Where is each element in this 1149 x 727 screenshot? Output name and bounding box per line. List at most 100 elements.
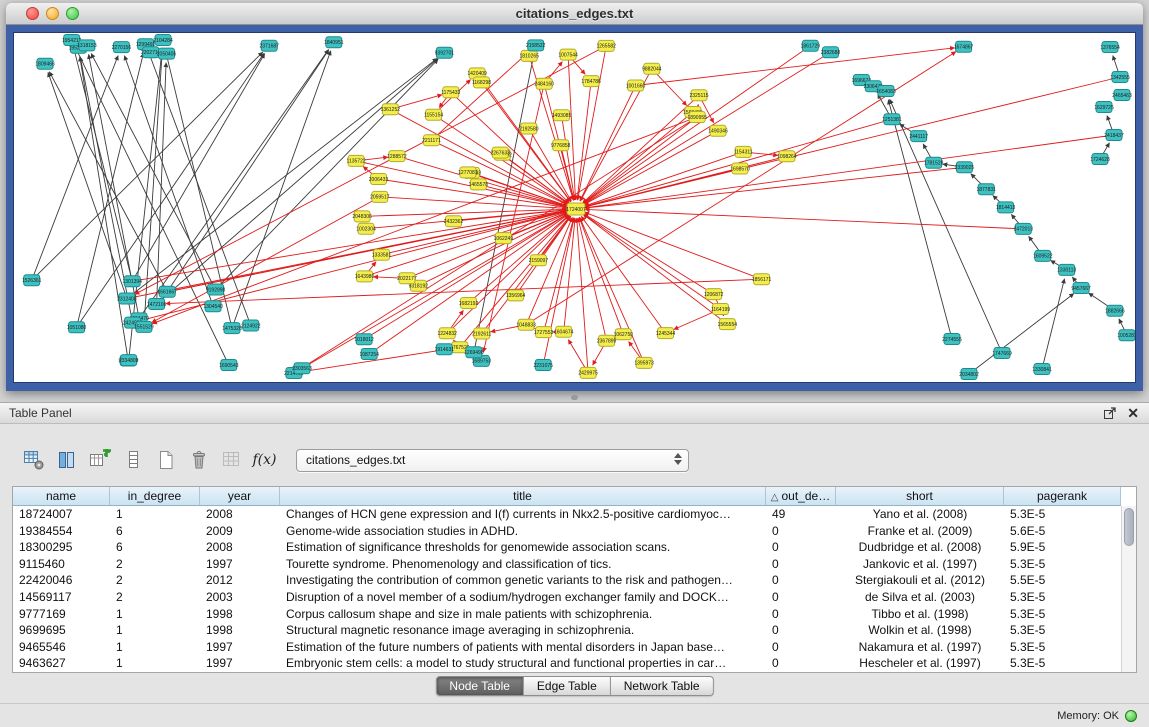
graph-node[interactable]: 1175433: [441, 87, 460, 98]
tab-edge-table[interactable]: Edge Table: [524, 676, 611, 696]
graph-node[interactable]: 2231075: [533, 360, 553, 371]
graph-node[interactable]: 2429975: [578, 367, 598, 378]
graph-node[interactable]: 1784786: [581, 76, 601, 87]
graph-node[interactable]: 2312408: [117, 293, 137, 304]
graph-node[interactable]: 1361252: [381, 104, 401, 115]
graph-node[interactable]: 2048306: [352, 211, 372, 222]
graph-node[interactable]: 1493085: [552, 110, 572, 121]
graph-node[interactable]: 2270156: [112, 42, 132, 53]
table-row[interactable]: 969969511998Structural magnetic resonanc…: [13, 622, 1121, 639]
graph-node[interactable]: 1007544: [558, 49, 578, 60]
graph-node[interactable]: 1018012: [354, 334, 374, 345]
graph-node[interactable]: 2472013: [1014, 223, 1034, 234]
show-columns-button[interactable]: [53, 447, 80, 474]
import-table-button[interactable]: [86, 447, 113, 474]
graph-node[interactable]: 1565554: [718, 319, 738, 330]
graph-node[interactable]: 1269498: [464, 347, 484, 358]
graph-node[interactable]: 2465463: [1112, 90, 1132, 101]
graph-node[interactable]: 2325115: [689, 90, 708, 101]
table-row[interactable]: 977716911998Corpus callosum shape and si…: [13, 606, 1121, 623]
graph-node[interactable]: 1277081: [458, 167, 478, 178]
column-header-pagerank[interactable]: pagerank: [1004, 487, 1121, 506]
graph-node[interactable]: 1604674: [554, 326, 574, 337]
graph-node[interactable]: 1809466: [35, 58, 55, 69]
column-header-in-degree[interactable]: in_degree: [110, 487, 200, 506]
graph-node[interactable]: 2382688: [821, 47, 841, 58]
table-settings-button[interactable]: [20, 447, 47, 474]
close-button[interactable]: [26, 7, 39, 20]
graph-node[interactable]: 1682192: [459, 298, 479, 309]
graph-node[interactable]: 2274555: [942, 334, 962, 345]
new-document-button[interactable]: [152, 447, 179, 474]
graph-node[interactable]: 1643980: [355, 271, 375, 282]
tab-node-table[interactable]: Node Table: [435, 676, 524, 696]
graph-node[interactable]: 1048833: [516, 319, 536, 330]
minimize-button[interactable]: [46, 7, 59, 20]
table-row[interactable]: 2242004622012Investigating the contribut…: [13, 572, 1121, 589]
graph-node[interactable]: 2441117: [909, 131, 928, 142]
graph-node[interactable]: 2192611: [472, 328, 491, 339]
graph-node[interactable]: 2006433: [369, 174, 389, 185]
table-row[interactable]: 1456911722003Disruption of a novel membe…: [13, 589, 1121, 606]
graph-node[interactable]: 1330841: [1032, 364, 1052, 375]
tab-network-table[interactable]: Network Table: [611, 676, 714, 696]
graph-node[interactable]: 1609522: [1033, 250, 1053, 261]
float-panel-icon[interactable]: [1103, 406, 1117, 420]
graph-node[interactable]: 2124922: [241, 320, 261, 331]
graph-node[interactable]: 1747669: [992, 348, 1012, 359]
graph-node[interactable]: 2334809: [119, 355, 139, 366]
column-header-short[interactable]: short: [836, 487, 1004, 506]
graph-node[interactable]: 1781528: [924, 157, 944, 168]
graph-node[interactable]: 1724628: [1090, 154, 1110, 165]
network-canvas[interactable]: 1724007185617112068721565554116419912453…: [13, 32, 1136, 383]
graph-node[interactable]: 1356964: [506, 290, 526, 301]
table-row[interactable]: 946554611997Estimation of the future num…: [13, 639, 1121, 656]
graph-node[interactable]: 1245344: [656, 328, 676, 339]
graph-node[interactable]: 1330113: [1057, 264, 1076, 275]
graph-node[interactable]: 2367899: [597, 335, 617, 346]
graph-node[interactable]: 1472106: [147, 299, 167, 310]
graph-node[interactable]: 2158522: [526, 40, 546, 51]
graph-node[interactable]: 1690543: [219, 360, 239, 371]
table-row[interactable]: 1830029562008Estimation of significance …: [13, 539, 1121, 556]
graph-node[interactable]: 9882044: [642, 63, 662, 74]
graph-node[interactable]: 1890955: [687, 112, 707, 123]
graph-node[interactable]: 1840951: [324, 37, 344, 48]
graph-node[interactable]: 1814413: [996, 202, 1016, 213]
graph-node[interactable]: 1251381: [882, 114, 902, 125]
graph-node[interactable]: 1475328: [222, 323, 242, 334]
graph-node[interactable]: 2050406: [157, 48, 177, 59]
graph-node[interactable]: 1465578: [469, 179, 489, 190]
graph-node[interactable]: 1002304: [356, 223, 376, 234]
graph-node[interactable]: 2432362: [444, 216, 464, 227]
column-header-out-degree[interactable]: △out_de…: [766, 487, 836, 506]
graph-node[interactable]: 1318153: [77, 40, 97, 51]
column-header-title[interactable]: title: [280, 487, 766, 506]
graph-node[interactable]: 1265582: [596, 40, 616, 51]
graph-node[interactable]: 1304540: [203, 301, 223, 312]
graph-node[interactable]: 1882666: [1105, 305, 1125, 316]
graph-node[interactable]: 1661667: [157, 286, 177, 297]
graph-node[interactable]: 2159097: [529, 255, 549, 266]
graph-node[interactable]: 1810265: [519, 50, 539, 61]
graph-node[interactable]: 1395973: [634, 357, 654, 368]
window-titlebar[interactable]: citations_edges.txt: [6, 3, 1143, 25]
function-builder-button[interactable]: f(x): [251, 447, 278, 474]
column-header-name[interactable]: name: [13, 487, 110, 506]
graph-node[interactable]: 1154311: [734, 146, 753, 157]
graph-node[interactable]: 2339025: [955, 162, 975, 173]
graph-node[interactable]: 9457667: [1071, 283, 1091, 294]
graph-node[interactable]: 1135722: [347, 155, 366, 166]
graph-node[interactable]: 2022177: [397, 273, 417, 284]
graph-node[interactable]: 1674867: [954, 41, 974, 52]
graph-node[interactable]: 1376554: [1100, 42, 1120, 53]
memory-ok-indicator[interactable]: [1125, 710, 1137, 722]
graph-node[interactable]: 2267633: [490, 147, 510, 158]
graph-node[interactable]: 1914631: [435, 344, 455, 355]
graph-node[interactable]: 1490346: [708, 125, 728, 136]
graph-node[interactable]: 2034802: [959, 369, 979, 380]
zoom-button[interactable]: [66, 7, 79, 20]
graph-node[interactable]: 1333581: [372, 249, 392, 260]
graph-node[interactable]: 2303563: [292, 363, 312, 374]
graph-node[interactable]: 1654083: [876, 86, 896, 97]
